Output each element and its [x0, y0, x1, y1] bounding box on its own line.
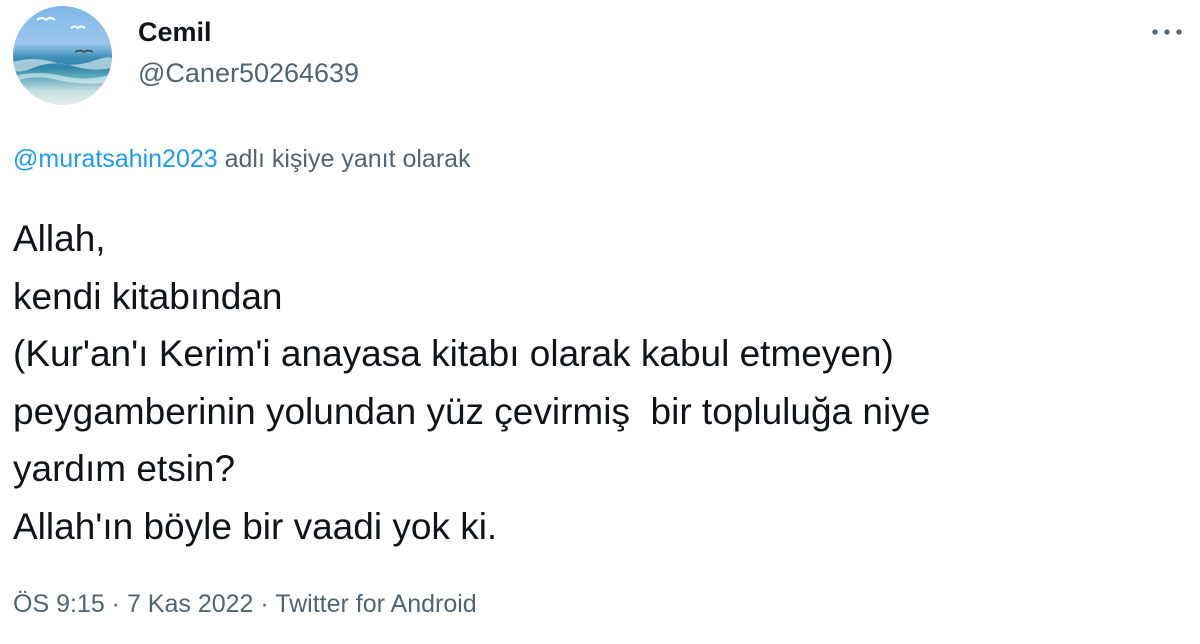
reply-suffix: adlı kişiye yanıt olarak: [217, 145, 471, 173]
tweet-line: Allah,: [13, 218, 106, 259]
meta-separator: ·: [253, 590, 276, 618]
tweet-line: yardım etsin?: [13, 448, 236, 489]
author-handle[interactable]: @Caner50264639: [138, 58, 359, 89]
tweet-card: Cemil @Caner50264639 @muratsahin2023 adl…: [0, 0, 1200, 644]
tweet-line: (Kur'an'ı Kerim'i anayasa kitabı olarak …: [13, 333, 894, 374]
reply-context: @muratsahin2023 adlı kişiye yanıt olarak: [13, 145, 471, 174]
tweet-text: Allah, kendi kitabından (Kur'an'ı Kerim'…: [13, 210, 1193, 555]
tweet-date[interactable]: 7 Kas 2022: [127, 590, 254, 618]
tweet-time[interactable]: ÖS 9:15: [13, 590, 105, 618]
author-name[interactable]: Cemil: [138, 17, 212, 48]
avatar[interactable]: [13, 6, 112, 105]
avatar-image: [13, 17, 112, 84]
tweet-metadata: ÖS 9:15 · 7 Kas 2022 · Twitter for Andro…: [13, 590, 477, 619]
tweet-line: kendi kitabından: [13, 275, 283, 317]
more-horizontal-icon[interactable]: [1147, 20, 1187, 40]
meta-separator: ·: [104, 590, 127, 618]
tweet-line: Allah'ın böyle bir vaadi yok ki.: [13, 505, 498, 547]
tweet-line: peygamberinin yolundan yüz çevirmiş bir …: [13, 390, 931, 432]
reply-mention-link[interactable]: @muratsahin2023: [13, 145, 218, 173]
tweet-source[interactable]: Twitter for Android: [275, 590, 476, 618]
